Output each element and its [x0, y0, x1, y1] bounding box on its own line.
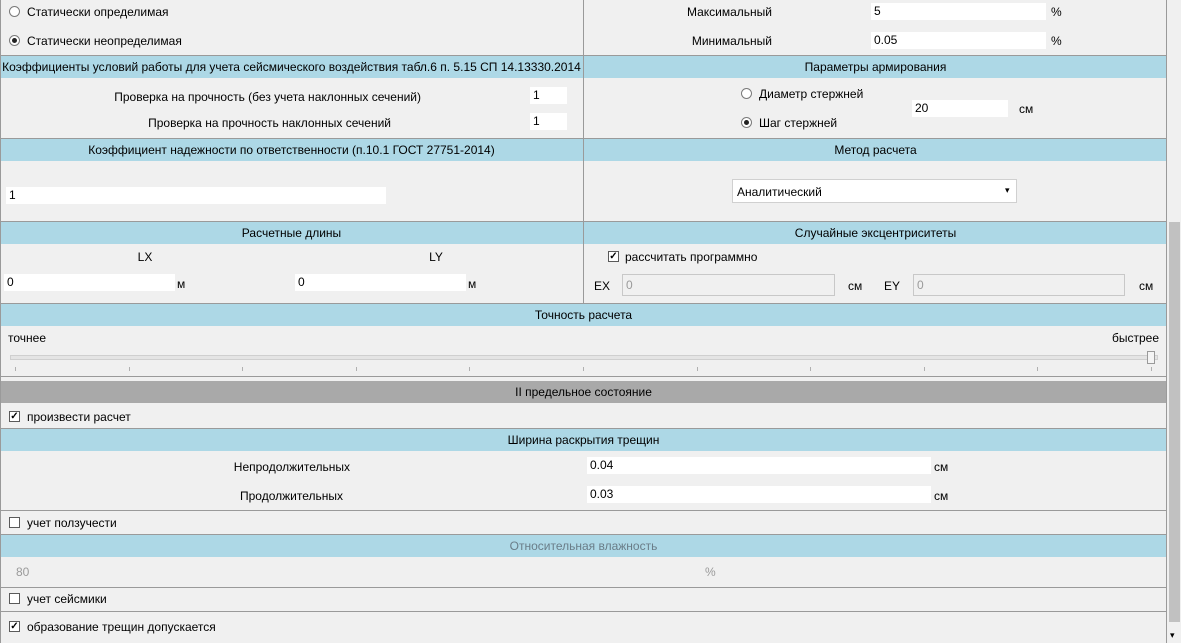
- radio-statically-determinate-label: Статически определимая: [27, 5, 169, 19]
- min-percent-unit: %: [1051, 34, 1062, 48]
- chevron-down-icon: ▾: [1005, 185, 1010, 195]
- inclined-check-input[interactable]: [530, 113, 567, 130]
- do-calc-label: произвести расчет: [27, 410, 131, 424]
- creep-checkbox[interactable]: [9, 517, 20, 528]
- short-cracks-label: Непродолжительных: [233, 460, 350, 474]
- auto-eccentricity-label: рассчитать программно: [625, 250, 758, 264]
- reinforcement-unit: см: [1019, 102, 1034, 116]
- strength-check-label: Проверка на прочность (без учета наклонн…: [114, 90, 421, 104]
- ey-unit: см: [1139, 279, 1154, 293]
- max-label: Максимальный: [686, 5, 772, 19]
- seismic-coef-header: Коэффициенты условий работы для учета се…: [0, 56, 583, 78]
- precision-header: Точность расчета: [0, 304, 1167, 326]
- cracks-header: Ширина раскрытия трещин: [0, 429, 1167, 451]
- long-cracks-unit: см: [934, 489, 949, 503]
- do-calc-checkbox[interactable]: ✓: [9, 411, 20, 422]
- radio-bar-diameter[interactable]: [741, 88, 752, 99]
- seismic-label: учет сейсмики: [27, 592, 107, 606]
- ey-label: EY: [884, 279, 901, 293]
- method-header: Метод расчета: [584, 139, 1167, 161]
- humidity-header: Относительная влажность: [0, 535, 1167, 557]
- limit2-header: II предельное состояние: [0, 381, 1167, 403]
- reliability-header: Коэффициент надежности по ответственност…: [0, 139, 583, 161]
- radio-statically-indeterminate[interactable]: [9, 35, 20, 46]
- max-percent-unit: %: [1051, 5, 1062, 19]
- strength-check-input[interactable]: [530, 87, 567, 104]
- crack-allowed-label: образование трещин допускается: [27, 620, 216, 634]
- crack-allowed-checkbox[interactable]: ✓: [9, 621, 20, 632]
- min-reinforcement-input[interactable]: [871, 32, 1046, 49]
- radio-bar-step-label: Шаг стержней: [759, 116, 838, 130]
- method-select[interactable]: Аналитический ▾: [732, 179, 1017, 203]
- precision-slider-thumb[interactable]: [1147, 351, 1155, 364]
- short-cracks-input[interactable]: [587, 457, 931, 474]
- ly-unit: м: [468, 277, 477, 291]
- inclined-check-label: Проверка на прочность наклонных сечений: [148, 116, 391, 130]
- seismic-checkbox[interactable]: [9, 593, 20, 604]
- precision-left-label: точнее: [8, 331, 46, 345]
- scroll-down-arrow-icon[interactable]: ▾: [1170, 627, 1175, 643]
- short-cracks-unit: см: [934, 460, 949, 474]
- min-label: Минимальный: [691, 34, 772, 48]
- ly-input[interactable]: [295, 274, 466, 291]
- auto-eccentricity-checkbox[interactable]: ✓: [608, 251, 619, 262]
- ly-label: LY: [429, 250, 443, 264]
- eccentricity-header: Случайные эксцентриситеты: [584, 222, 1167, 244]
- precision-slider-track[interactable]: [10, 355, 1158, 360]
- ex-unit: см: [848, 279, 863, 293]
- max-reinforcement-input[interactable]: [871, 3, 1046, 20]
- humidity-unit: %: [705, 565, 716, 579]
- precision-right-label: быстрее: [1112, 331, 1160, 345]
- lx-unit: м: [177, 277, 186, 291]
- reliability-coef-input[interactable]: [6, 187, 386, 204]
- reinforcement-value-input[interactable]: [912, 100, 1008, 117]
- creep-label: учет ползучести: [27, 516, 117, 530]
- method-selected-value: Аналитический: [737, 185, 822, 199]
- radio-bar-step[interactable]: [741, 117, 752, 128]
- vertical-scrollbar[interactable]: ▾: [1168, 0, 1181, 643]
- radio-statically-determinate[interactable]: [9, 6, 20, 17]
- ex-label: EX: [594, 279, 611, 293]
- ey-input[interactable]: [913, 274, 1125, 296]
- long-cracks-label: Продолжительных: [240, 489, 343, 503]
- radio-statically-indeterminate-label: Статически неопределимая: [27, 34, 182, 48]
- reinforcement-header: Параметры армирования: [584, 56, 1167, 78]
- lx-label: LX: [137, 250, 153, 264]
- long-cracks-input[interactable]: [587, 486, 931, 503]
- radio-bar-diameter-label: Диаметр стержней: [759, 87, 864, 101]
- scrollbar-thumb[interactable]: [1169, 222, 1180, 622]
- lengths-header: Расчетные длины: [0, 222, 583, 244]
- ex-input[interactable]: [622, 274, 835, 296]
- humidity-value: 80: [16, 565, 30, 579]
- lx-input[interactable]: [4, 274, 175, 291]
